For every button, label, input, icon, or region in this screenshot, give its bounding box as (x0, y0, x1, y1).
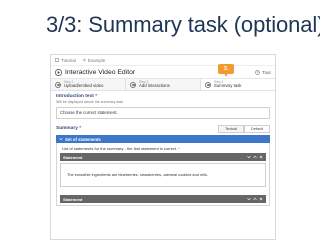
move-down-icon[interactable] (247, 197, 251, 201)
editor-title: Interactive Video Editor (65, 68, 136, 76)
introduction-description: Will be displayed above the summary task (56, 100, 124, 104)
step-tabs: Step 1 Upload/embed video Step 2 Add int… (51, 79, 275, 91)
default-button[interactable]: Default (243, 124, 270, 133)
tour-label: Tour (262, 69, 271, 75)
chevron-down-icon (59, 137, 63, 141)
statement-header[interactable]: Statement (60, 153, 266, 161)
move-up-icon[interactable] (253, 155, 257, 159)
editor-header: Interactive Video Editor Tour (51, 66, 275, 79)
step-icon (55, 81, 61, 88)
statements-list-text: List of statements for the summary - the… (62, 146, 178, 151)
statement-label: Statement (63, 196, 83, 202)
interactive-video-editor: Tutorial Example Interactive Video Edito… (50, 54, 276, 240)
question-icon (255, 69, 261, 75)
required-marker: * (79, 126, 82, 131)
step-icon (130, 81, 136, 88)
move-up-icon[interactable] (253, 197, 257, 201)
breadcrumb-example[interactable]: Example (82, 57, 106, 63)
breadcrumb-tutorial[interactable]: Tutorial (55, 58, 76, 63)
step-label: Upload/embed video (64, 82, 104, 88)
statement-input[interactable]: The smoothie ingredients are blueberries… (60, 163, 266, 187)
tab-summary-task[interactable]: Step 3 Summary task (201, 79, 275, 90)
breadcrumb: Tutorial Example (51, 55, 275, 66)
summary-label-text: Summary (56, 126, 78, 131)
tab-add-interactions[interactable]: Step 2 Add interactions (126, 79, 201, 90)
introduction-label: Introduction text * (56, 94, 275, 99)
summary-header: Summary * Textual Default (56, 124, 270, 133)
remove-icon[interactable] (259, 155, 263, 159)
callout-pointer (224, 73, 228, 77)
set-of-statements-header[interactable]: Set of statements (56, 135, 270, 143)
slide-title: 3/3: Summary task (optional) (46, 12, 320, 37)
required-marker: * (95, 94, 98, 99)
breadcrumb-label: Example (87, 57, 106, 63)
statement-label: Statement (63, 154, 83, 160)
breadcrumb-label: Tutorial (61, 57, 76, 63)
required-marker: * (178, 146, 180, 151)
link-icon (82, 58, 86, 62)
tutorial-icon (55, 58, 59, 62)
step-label: Add interactions (139, 82, 170, 88)
statements-list-label: List of statements for the summary - the… (62, 146, 266, 151)
textual-button[interactable]: Textual (217, 124, 244, 133)
play-icon (55, 68, 62, 76)
remove-icon[interactable] (259, 197, 263, 201)
tour-button[interactable]: Tour (255, 70, 271, 75)
step-label: Summary task (214, 82, 242, 88)
set-of-statements-label: Set of statements (65, 136, 101, 142)
tab-upload-video[interactable]: Step 1 Upload/embed video (51, 79, 126, 90)
summary-label: Summary * (56, 126, 81, 131)
move-down-icon[interactable] (247, 155, 251, 159)
step-icon (205, 81, 211, 88)
set-of-statements-body: List of statements for the summary - the… (56, 143, 270, 206)
introduction-text-input[interactable]: Choose the correct statement. (56, 107, 270, 119)
introduction-label-text: Introduction text (56, 94, 94, 99)
statement-header[interactable]: Statement (60, 195, 266, 203)
